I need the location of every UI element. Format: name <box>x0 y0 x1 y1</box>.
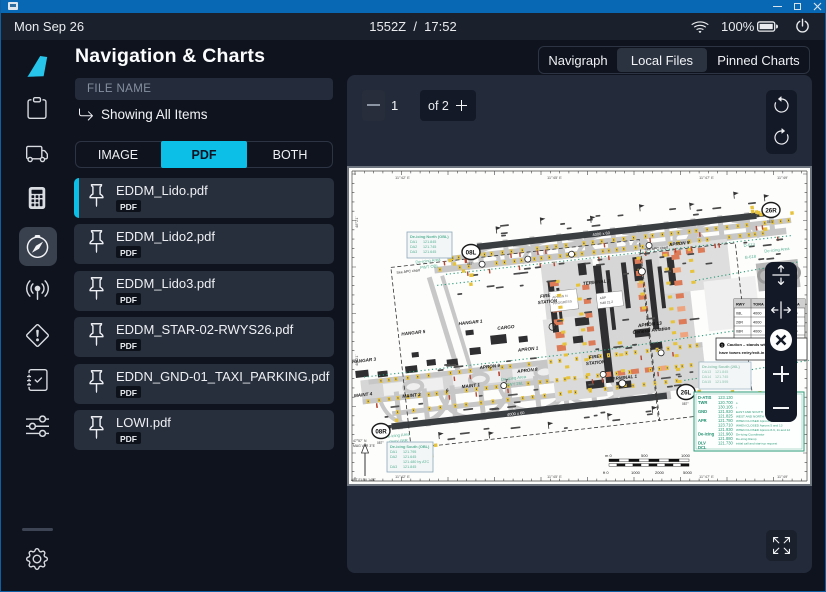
svg-text:ft 0: ft 0 <box>603 470 609 475</box>
svg-text:De-icing Coordinator: De-icing Coordinator <box>736 433 764 437</box>
svg-text:08L: 08L <box>736 312 742 316</box>
svg-text:121.745: 121.745 <box>423 245 436 249</box>
svg-text:11°47' E: 11°47' E <box>699 474 714 479</box>
svg-text:2000: 2000 <box>655 470 665 475</box>
svg-text:08L: 08L <box>466 249 477 256</box>
svg-text:121.845: 121.845 <box>423 240 436 244</box>
svg-text:DA1: DA1 <box>390 450 397 454</box>
svg-text:500: 500 <box>641 453 648 458</box>
svg-text:121.795: 121.795 <box>403 450 416 454</box>
svg-text:DA3: DA3 <box>410 250 417 254</box>
svg-text:121.645: 121.645 <box>403 455 416 459</box>
svg-text:DA3: DA3 <box>390 465 397 469</box>
svg-text:RWY: RWY <box>736 302 745 306</box>
svg-text:26R: 26R <box>736 321 743 325</box>
svg-text:DA2: DA2 <box>390 455 397 459</box>
svg-text:087°: 087° <box>767 220 774 224</box>
svg-text:TORA: TORA <box>753 302 764 306</box>
svg-text:47°57´ N: 47°57´ N <box>353 439 367 443</box>
svg-text:4000: 4000 <box>753 321 761 325</box>
svg-text:11°42' E: 11°42' E <box>395 474 410 479</box>
svg-text:initial call and start-up requ: initial call and start-up request <box>736 442 777 446</box>
svg-text:WHEN CLOSED Aprons 8-9, 11 and: WHEN CLOSED Aprons 8-9, 11 and 12 <box>736 428 790 432</box>
svg-text:De-icing North (OBL): De-icing North (OBL) <box>410 234 449 239</box>
svg-text:1000: 1000 <box>631 470 641 475</box>
svg-text:26R: 26R <box>765 207 777 214</box>
svg-text:EAST AND SOUTH: EAST AND SOUTH <box>736 410 763 414</box>
svg-text:121.845: 121.845 <box>403 465 416 469</box>
svg-text:DA15: DA15 <box>702 380 711 384</box>
svg-text:1: 1 <box>721 344 723 348</box>
svg-text:De-icing South (OBL): De-icing South (OBL) <box>390 444 430 449</box>
svg-text:De-icing Ramp: De-icing Ramp <box>736 437 757 441</box>
svg-text:48°21´: 48°21´ <box>354 216 359 228</box>
svg-text:11°45' E: 11°45' E <box>547 474 562 479</box>
svg-text:11°49': 11°49' <box>777 474 788 479</box>
svg-text:WEST AND NORTH: WEST AND NORTH <box>736 414 764 418</box>
svg-text:DA14: DA14 <box>702 375 711 379</box>
svg-text:121.845: 121.845 <box>715 370 728 374</box>
svg-text:4000: 4000 <box>753 330 761 334</box>
svg-text:08R: 08R <box>375 428 387 435</box>
svg-text:De-icing: De-icing <box>698 432 715 437</box>
svg-text:DA2: DA2 <box>410 245 417 249</box>
svg-text:TWR: TWR <box>698 400 707 405</box>
svg-text:11°42' E: 11°42' E <box>395 175 410 180</box>
svg-text:11°47' E: 11°47' E <box>699 175 714 180</box>
svg-text:WHEN CLOSED Aprons 5 and 13: WHEN CLOSED Aprons 5 and 13 <box>736 424 783 428</box>
svg-text:087°: 087° <box>377 441 384 445</box>
svg-text:121.745: 121.745 <box>715 375 728 379</box>
svg-text:26L: 26L <box>681 389 692 396</box>
svg-text:11°45' E: 11°45' E <box>547 175 562 180</box>
svg-text:DA1: DA1 <box>410 240 417 244</box>
svg-text:4000: 4000 <box>753 312 761 316</box>
svg-text:De-icing South (26L): De-icing South (26L) <box>702 364 741 369</box>
svg-text:08R: 08R <box>736 330 743 334</box>
svg-text:DCL: DCL <box>698 445 707 450</box>
svg-text:087°: 087° <box>467 262 474 266</box>
svg-text:APR: APR <box>698 418 707 423</box>
svg-text:121.595: 121.595 <box>715 380 728 384</box>
svg-text:m 0: m 0 <box>605 453 612 458</box>
svg-text:APT ELEV 1487: APT ELEV 1487 <box>351 478 376 482</box>
svg-text:GND: GND <box>698 409 707 414</box>
svg-text:121.730: 121.730 <box>718 441 734 446</box>
svg-text:087°: 087° <box>682 402 689 406</box>
svg-text:MAG VAR 3°E: MAG VAR 3°E <box>353 444 376 448</box>
svg-text:121.645: 121.645 <box>423 250 436 254</box>
svg-text:121.480 by ATC: 121.480 by ATC <box>403 460 430 464</box>
svg-text:11°49': 11°49' <box>777 175 788 180</box>
svg-text:1000: 1000 <box>681 453 691 458</box>
svg-text:ARP: ARP <box>599 296 606 301</box>
svg-text:DA13: DA13 <box>702 370 711 374</box>
svg-text:5000: 5000 <box>683 470 693 475</box>
